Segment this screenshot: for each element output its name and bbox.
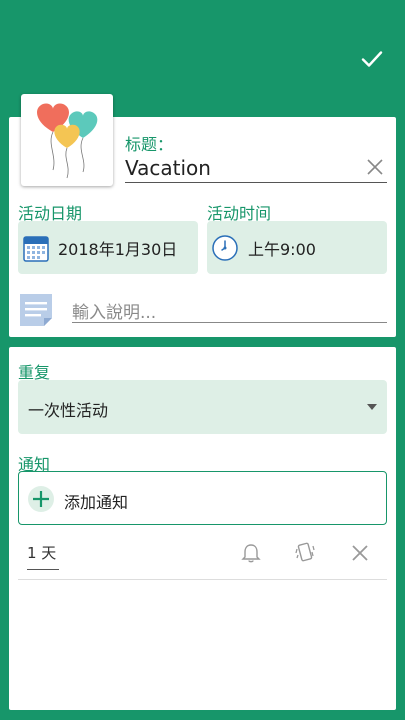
title-value: Vacation [125, 156, 211, 180]
add-notification-label: 添加通知 [64, 493, 129, 512]
plus-icon [28, 486, 54, 512]
time-picker[interactable]: 上午9:00 [207, 221, 387, 274]
time-value: 上午9:00 [248, 239, 316, 259]
bell-icon[interactable] [240, 542, 262, 564]
date-value: 2018年1月30日 [58, 239, 178, 259]
description-input[interactable]: 輸入說明... [72, 293, 387, 323]
clear-icon[interactable] [365, 157, 385, 177]
notification-item: 1 天 [18, 536, 387, 580]
check-icon [361, 51, 383, 67]
calendar-icon [23, 235, 49, 262]
notification-offset-field[interactable]: 1 天 [27, 542, 59, 570]
repeat-value: 一次性活动 [28, 401, 109, 420]
add-notification-button[interactable]: 添加通知 [18, 471, 387, 525]
description-placeholder: 輸入說明... [72, 303, 157, 323]
repeat-dropdown[interactable]: 一次性活动 [18, 380, 387, 434]
title-label: 标题： [125, 135, 174, 154]
heart-balloons-image [37, 103, 98, 179]
dropdown-arrow-icon [367, 404, 377, 410]
remove-notification-icon[interactable] [349, 542, 371, 564]
clock-icon [212, 234, 238, 261]
title-input[interactable]: Vacation [125, 153, 387, 183]
event-image-button[interactable] [21, 94, 113, 186]
vibrate-icon[interactable] [294, 541, 316, 563]
confirm-button[interactable] [357, 44, 387, 74]
description-icon [20, 294, 52, 326]
date-picker[interactable]: 2018年1月30日 [18, 221, 198, 274]
top-bar [0, 0, 405, 88]
